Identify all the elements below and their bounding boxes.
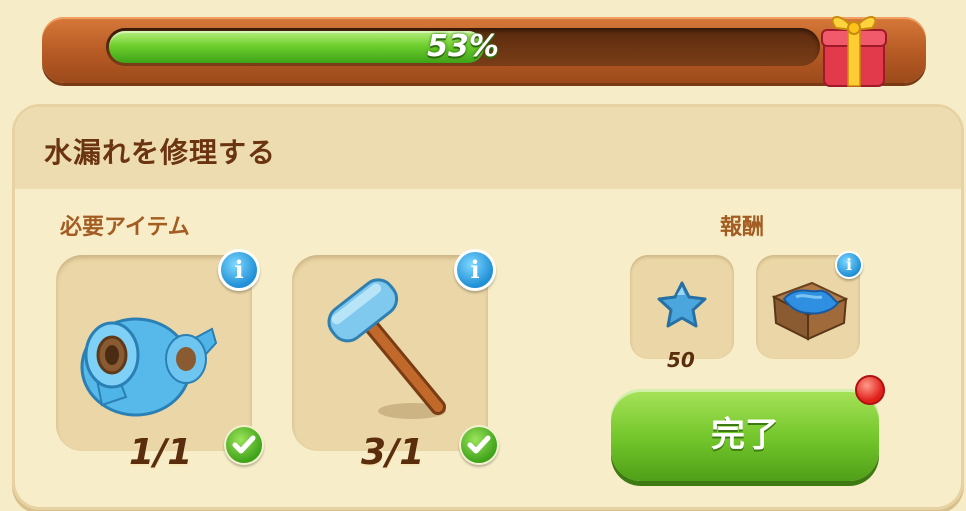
notification-dot	[855, 375, 885, 405]
task-panel: 水漏れを修理する 必要アイテム 報酬 i 1/1 i 3/1 50 i 完了	[12, 104, 964, 510]
hammer-icon	[327, 278, 446, 419]
complete-button[interactable]: 完了	[611, 389, 879, 481]
task-title: 水漏れを修理する	[44, 136, 277, 169]
gift-box-icon[interactable]	[818, 6, 890, 90]
required-item-hammer[interactable]	[292, 255, 488, 451]
rewards-label: 報酬	[720, 215, 765, 240]
title-band: 水漏れを修理する	[15, 107, 961, 189]
info-button-tape[interactable]: i	[218, 249, 260, 291]
info-button-crate[interactable]: i	[835, 251, 863, 279]
blue-star-icon	[657, 281, 707, 328]
hammer-count: 3/1	[361, 432, 425, 473]
info-button-hammer[interactable]: i	[454, 249, 496, 291]
progress-percent: 53%	[427, 29, 499, 64]
check-icon	[224, 425, 264, 465]
star-amount: 50	[667, 348, 695, 372]
required-item-tape[interactable]	[56, 255, 252, 451]
reward-item-star[interactable]	[630, 255, 734, 359]
required-items-label: 必要アイテム	[60, 215, 190, 240]
tape-count: 1/1	[129, 432, 193, 473]
progress-bar-frame: 53%	[42, 17, 926, 83]
check-icon	[459, 425, 499, 465]
tape-icon	[80, 317, 218, 417]
